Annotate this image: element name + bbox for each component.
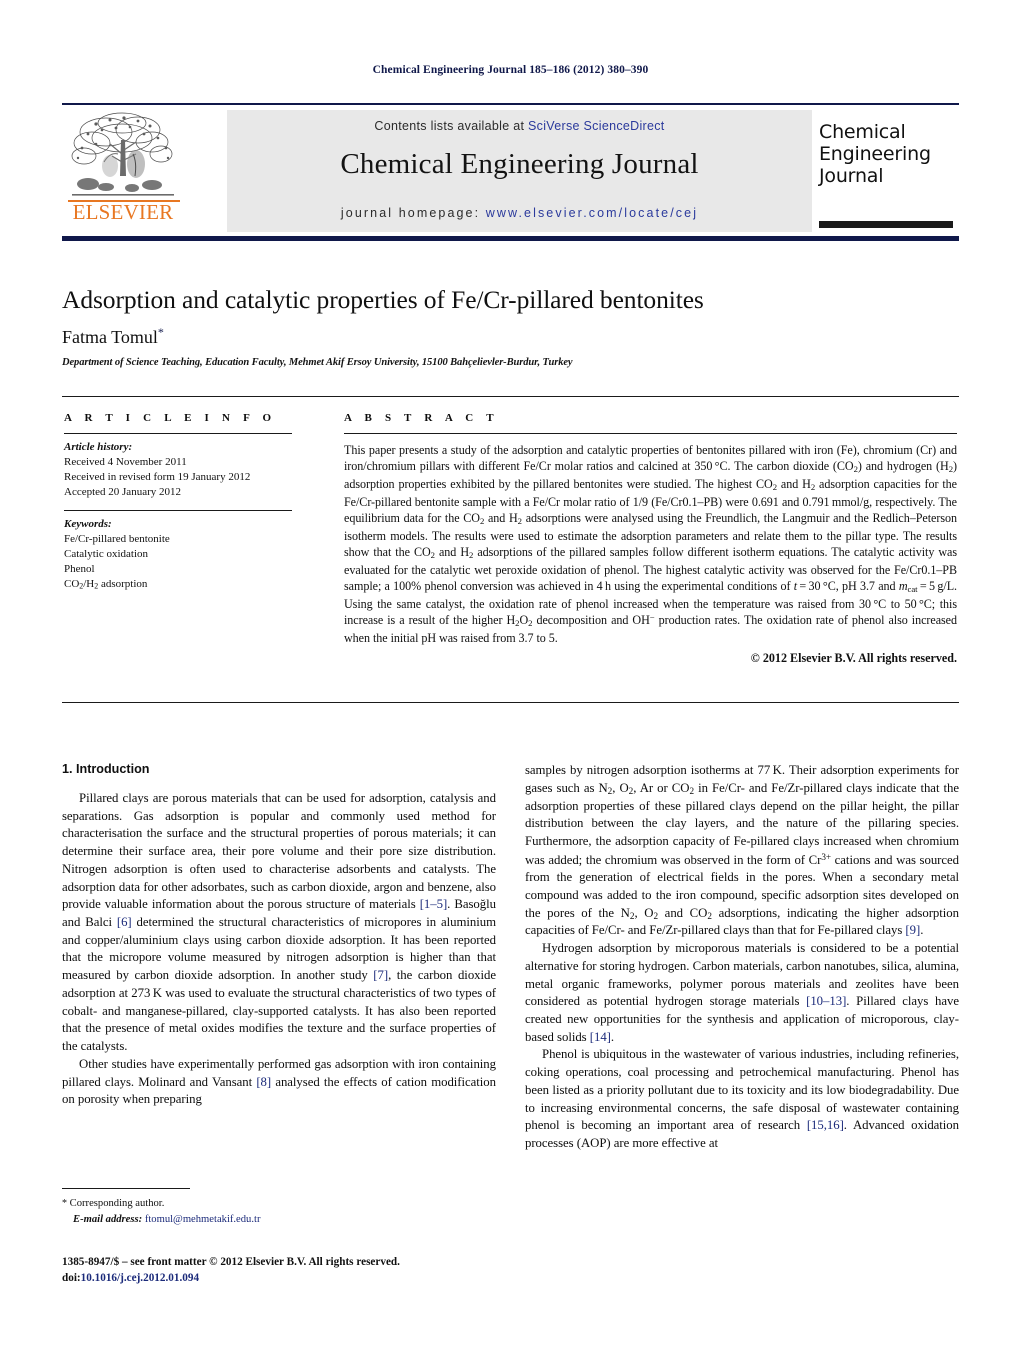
corresponding-author-note: * Corresponding author. (62, 1196, 502, 1212)
body-paragraph: Phenol is ubiquitous in the wastewater o… (525, 1047, 960, 1151)
journal-cover-thumb: Chemical Engineering Journal (819, 110, 959, 232)
doi-link[interactable]: 10.1016/j.cej.2012.01.094 (81, 1272, 199, 1284)
author-line: Fatma Tomul* (62, 325, 922, 348)
email-label: E-mail address: (73, 1213, 143, 1225)
running-head: Chemical Engineering Journal 185–186 (20… (372, 64, 649, 76)
body-column-left: 1. Introduction Pillared clays are porou… (62, 762, 496, 1109)
keyword-item: Phenol (64, 562, 95, 575)
citation-ref[interactable]: [9] (905, 923, 920, 937)
history-item: Accepted 20 January 2012 (64, 485, 181, 498)
citation-ref[interactable]: [6] (117, 915, 132, 929)
cover-journal-title: Chemical Engineering Journal (819, 121, 931, 188)
body-paragraph: samples by nitrogen adsorption isotherms… (525, 763, 959, 938)
corresponding-marker: * (62, 1198, 67, 1209)
abstract-text: This paper presents a study of the adsor… (344, 443, 957, 646)
citation-ref[interactable]: [15,16] (807, 1118, 844, 1132)
author-footnote-marker[interactable]: * (158, 325, 164, 339)
journal-homepage-line: journal homepage: www.elsevier.com/locat… (227, 206, 812, 220)
abstract-column: A B S T R A C T This paper presents a st… (344, 412, 957, 666)
keyword-item: Fe/Cr-pillared bentonite (64, 533, 170, 546)
abstract-copyright: © 2012 Elsevier B.V. All rights reserved… (750, 650, 957, 665)
homepage-url-link[interactable]: www.elsevier.com/locate/cej (486, 206, 698, 220)
affiliation: Department of Science Teaching, Educatio… (62, 357, 573, 368)
doi-line: doi:10.1016/j.cej.2012.01.094 (62, 1271, 522, 1287)
article-info-rule (64, 433, 292, 434)
article-info-heading: A R T I C L E I N F O (64, 412, 277, 424)
elsevier-logo: ELSEVIER (62, 110, 184, 232)
masthead-bottom-rule (62, 236, 959, 241)
author-name: Fatma Tomul (62, 327, 158, 347)
paper-page: Chemical Engineering Journal 185–186 (20… (0, 0, 1021, 1351)
body-paragraph: Hydrogen adsorption by microporous mater… (525, 941, 959, 1044)
keywords-rule (64, 510, 292, 512)
footnote-rule (62, 1188, 190, 1189)
email-note: E-mail address: ftomul@mehmetakif.edu.tr (62, 1212, 502, 1227)
email-link[interactable]: ftomul@mehmetakif.edu.tr (145, 1214, 261, 1225)
journal-header-box: Contents lists available at SciVerse Sci… (227, 110, 812, 232)
abstract-heading: A B S T R A C T (344, 412, 499, 424)
keyword-item: Catalytic oxidation (64, 548, 149, 561)
footnote-block: * Corresponding author. E-mail address: … (62, 1196, 502, 1227)
masthead-top-rule (62, 103, 959, 105)
journal-masthead: ELSEVIER Contents lists available at Sci… (62, 110, 959, 232)
history-item: Received 4 November 2011 (64, 455, 187, 468)
elsevier-wordmark: ELSEVIER (72, 200, 174, 224)
page-title: Adsorption and catalytic properties of F… (62, 285, 704, 314)
band-bottom-rule (62, 702, 959, 703)
cover-black-bar (819, 221, 953, 228)
sciencedirect-link[interactable]: SciVerse ScienceDirect (528, 119, 665, 133)
corresponding-text: Corresponding author. (69, 1198, 165, 1209)
citation-ref[interactable]: [8] (256, 1075, 271, 1089)
citation-ref[interactable]: [7] (373, 968, 388, 982)
body-paragraph: Other studies have experimentally perfor… (62, 1056, 496, 1107)
keywords-label: Keywords: (64, 518, 112, 531)
band-top-rule (62, 396, 959, 397)
history-item: Received in revised form 19 January 2012 (64, 470, 251, 483)
doi-label: doi: (62, 1271, 81, 1284)
body-column-right: samples by nitrogen adsorption isotherms… (525, 762, 959, 1153)
article-info-column: A R T I C L E I N F O Article history: R… (64, 412, 292, 592)
imprint-line: 1385-8947/$ – see front matter © 2012 El… (62, 1256, 400, 1268)
keyword-item: CO2/H2 adsorption (64, 577, 148, 591)
homepage-prefix: journal homepage: (340, 206, 486, 220)
citation-ref[interactable]: [1–5] (420, 897, 448, 911)
body-paragraph: Pillared clays are porous materials that… (62, 791, 496, 1054)
citation-ref[interactable]: [14] (590, 1030, 611, 1044)
contents-list-line: Contents lists available at SciVerse Sci… (227, 119, 812, 133)
article-history-label: Article history: (64, 441, 133, 453)
abstract-rule (344, 433, 957, 434)
imprint-block: 1385-8947/$ – see front matter © 2012 El… (62, 1255, 522, 1286)
elsevier-tree-icon (71, 112, 174, 196)
journal-title: Chemical Engineering Journal (340, 148, 699, 180)
contents-prefix: Contents lists available at (374, 119, 529, 133)
section-heading-introduction: 1. Introduction (62, 762, 150, 776)
citation-ref[interactable]: [10–13] (806, 994, 846, 1008)
